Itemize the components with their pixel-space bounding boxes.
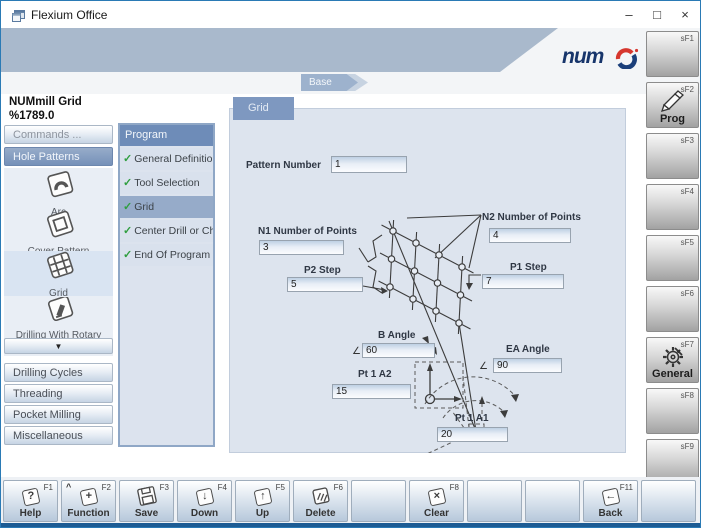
p2-step-label: P2 Step — [304, 265, 341, 276]
maximize-icon[interactable]: □ — [643, 1, 671, 28]
sidebar-item-threading[interactable]: Threading — [4, 384, 113, 403]
pattern-drilling-rotary[interactable]: Drilling With Rotary — [4, 297, 113, 337]
pt1-a2-input[interactable]: 15 — [332, 384, 411, 399]
function-button[interactable]: F2 ^ + Function — [61, 480, 116, 522]
app-window: Flexium Office – □ × num Base NUMmill Gr… — [0, 0, 701, 528]
program-step-tool-selection[interactable]: ✓Tool Selection — [120, 172, 213, 194]
back-button[interactable]: F11 ← Back — [583, 480, 638, 522]
program-panel-title: Program — [120, 125, 213, 146]
ea-angle-input[interactable]: 90 — [493, 358, 562, 373]
softkey-sf2-prog[interactable]: sF2 Prog — [646, 82, 699, 128]
arrow-left-icon: ← — [601, 488, 620, 507]
softkey-sf5[interactable]: sF5 — [646, 235, 699, 281]
chevron-down-icon: ▼ — [55, 342, 63, 351]
header-band — [1, 28, 558, 72]
delete-button[interactable]: F6 Delete — [293, 480, 348, 522]
b-angle-label: B Angle — [378, 330, 415, 341]
toolbar-button-f12[interactable] — [641, 480, 696, 522]
p2-step-input[interactable]: 5 — [287, 277, 363, 292]
window-title: Flexium Office — [31, 8, 107, 22]
cover-pattern-icon — [42, 228, 76, 245]
b-angle-input[interactable]: 60 — [362, 343, 435, 358]
minimize-icon[interactable]: – — [615, 1, 643, 28]
softkey-sf3[interactable]: sF3 — [646, 133, 699, 179]
titlebar: Flexium Office – □ × — [1, 1, 700, 28]
help-button[interactable]: F1 ? Help — [3, 480, 58, 522]
sidebar-item-drilling-cycles[interactable]: Drilling Cycles — [4, 363, 113, 382]
cross-icon: × — [427, 488, 446, 507]
pattern-arc[interactable]: Arc — [4, 170, 113, 216]
softkey-sf8[interactable]: sF8 — [646, 388, 699, 434]
pattern-grid[interactable]: Grid — [4, 251, 113, 296]
pattern-cover[interactable]: Cover Pattern — [4, 211, 113, 253]
angle-icon: ∠ — [352, 346, 361, 357]
sidebar-item-pocket-milling[interactable]: Pocket Milling — [4, 405, 113, 424]
arrow-up-icon: ↑ — [253, 488, 272, 507]
program-step-center-drill[interactable]: ✓Center Drill or Ch — [120, 220, 213, 242]
n1-points-label: N1 Number of Points — [258, 226, 357, 237]
tab-grid[interactable]: Grid — [233, 97, 294, 120]
pt1-a2-label: Pt 1 A2 — [358, 369, 392, 380]
program-number: %1789.0 — [9, 110, 54, 122]
program-name: NUMmill Grid — [9, 96, 82, 108]
arc-icon — [42, 189, 76, 206]
clear-button[interactable]: F8 × Clear — [409, 480, 464, 522]
pattern-number-label: Pattern Number — [246, 160, 321, 171]
p1-step-input[interactable]: 7 — [482, 274, 564, 289]
eraser-icon — [294, 486, 347, 506]
n1-points-input[interactable]: 3 — [259, 240, 344, 255]
drilling-rotary-icon — [42, 312, 76, 329]
program-step-general-definition[interactable]: ✓General Definitio — [120, 148, 213, 170]
up-button[interactable]: F5 ↑ Up — [235, 480, 290, 522]
pt1-a1-input[interactable]: 20 — [437, 427, 508, 442]
program-step-grid[interactable]: ✓Grid — [120, 196, 213, 218]
check-icon: ✓ — [123, 225, 132, 237]
sidebar-item-miscellaneous[interactable]: Miscellaneous — [4, 426, 113, 445]
ea-angle-label: EA Angle — [506, 344, 550, 355]
app-icon — [12, 9, 25, 27]
plus-icon: + — [79, 488, 98, 507]
program-panel: Program ✓General Definitio ✓Tool Selecti… — [118, 123, 215, 447]
toolbar-button-f10[interactable] — [525, 480, 580, 522]
program-step-end-of-program[interactable]: ✓End Of Program — [120, 244, 213, 266]
num-logo-icon — [615, 47, 639, 74]
toolbar-button-f7[interactable] — [351, 480, 406, 522]
floppy-icon — [120, 486, 173, 506]
angle-icon: ∠ — [479, 361, 488, 372]
grid-icon — [42, 270, 76, 287]
n2-points-label: N2 Number of Points — [482, 212, 581, 223]
close-icon[interactable]: × — [671, 1, 699, 28]
more-patterns-button[interactable]: ▼ — [4, 338, 113, 354]
softkey-sf1[interactable]: sF1 — [646, 31, 699, 77]
n2-points-input[interactable]: 4 — [489, 228, 571, 243]
window-bottom-edge — [1, 523, 700, 528]
toolbar-button-f9[interactable] — [467, 480, 522, 522]
p1-step-label: P1 Step — [510, 262, 547, 273]
question-icon: ? — [21, 488, 40, 507]
hole-patterns-button[interactable]: Hole Patterns — [4, 147, 113, 166]
check-icon: ✓ — [123, 249, 132, 261]
breadcrumb[interactable]: Base — [301, 74, 358, 91]
check-icon: ✓ — [123, 177, 132, 189]
pattern-number-input[interactable]: 1 — [331, 156, 407, 173]
pt1-a1-label: Pt 1 A1 — [455, 413, 489, 424]
softkey-sf4[interactable]: sF4 — [646, 184, 699, 230]
commands-button[interactable]: Commands ... — [4, 125, 113, 144]
arrow-down-icon: ↓ — [195, 488, 214, 507]
save-button[interactable]: F3 Save — [119, 480, 174, 522]
down-button[interactable]: F4 ↓ Down — [177, 480, 232, 522]
num-logo-text: num — [562, 45, 603, 69]
softkey-sf7-general[interactable]: sF7 General — [646, 337, 699, 383]
softkey-sf6[interactable]: sF6 — [646, 286, 699, 332]
check-icon: ✓ — [123, 201, 132, 213]
check-icon: ✓ — [123, 153, 132, 165]
